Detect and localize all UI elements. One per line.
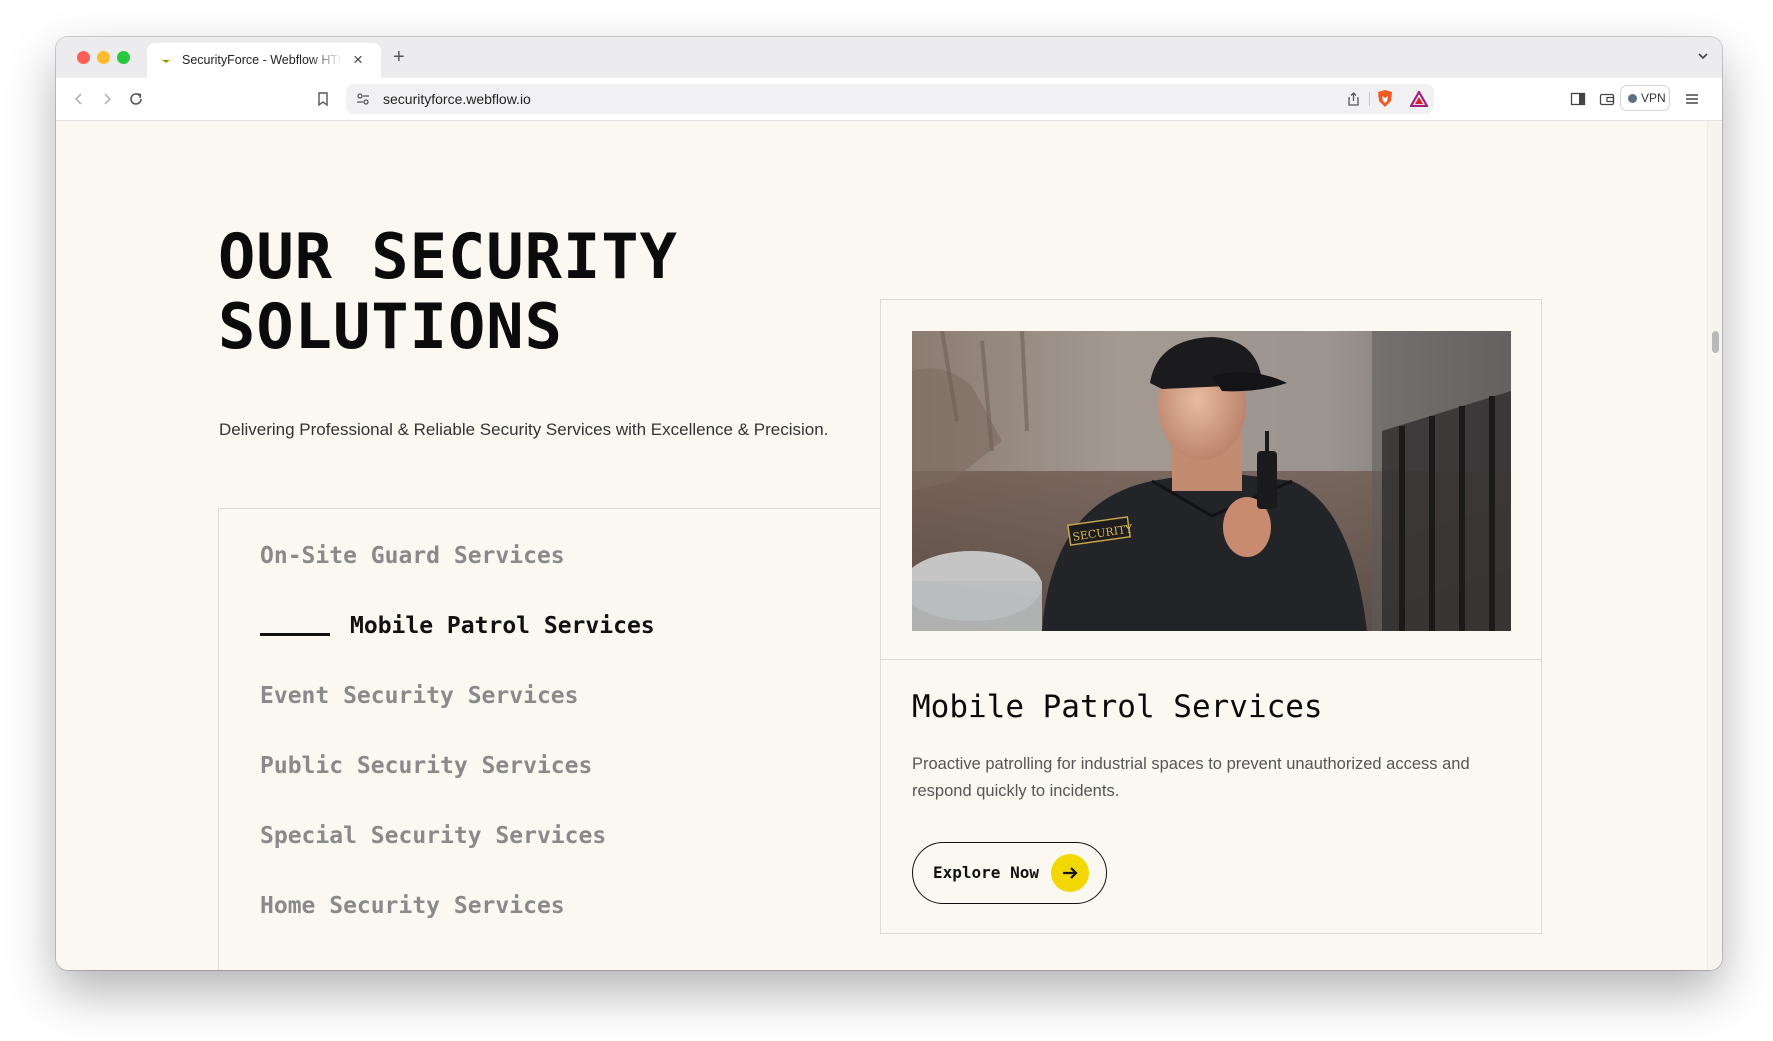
back-icon[interactable] <box>71 91 87 107</box>
menu-icon[interactable] <box>1684 91 1700 107</box>
bookmark-icon[interactable] <box>315 91 331 107</box>
tab-title: SecurityForce - Webflow HTML <box>182 53 342 67</box>
vpn-status-icon <box>1628 94 1637 103</box>
reload-icon[interactable] <box>128 91 144 107</box>
card-description: Proactive patrolling for industrial spac… <box>912 755 1470 800</box>
close-tab-icon[interactable]: × <box>353 50 363 70</box>
explore-now-label: Explore Now <box>933 863 1039 882</box>
card-divider <box>881 659 1541 660</box>
explore-now-button[interactable]: Explore Now <box>912 842 1107 904</box>
new-tab-icon[interactable]: + <box>393 45 405 69</box>
wallet-icon[interactable] <box>1599 91 1615 107</box>
services-list: On-Site Guard Services Mobile Patrol Ser… <box>218 508 880 970</box>
site-settings-icon[interactable] <box>356 92 370 106</box>
vpn-label: VPN <box>1641 91 1666 105</box>
chevron-down-icon[interactable] <box>1696 49 1710 63</box>
active-indicator <box>260 633 330 636</box>
browser-window: SecurityForce - Webflow HTML × + securit… <box>56 37 1722 970</box>
service-item-special-security[interactable]: Special Security Services <box>260 823 606 849</box>
forward-icon[interactable] <box>99 91 115 107</box>
browser-toolbar: securityforce.webflow.io VPN <box>56 78 1722 121</box>
service-item-home-security[interactable]: Home Security Services <box>260 893 565 919</box>
url-text: securityforce.webflow.io <box>383 91 531 107</box>
share-icon[interactable] <box>1346 91 1361 107</box>
service-item-event-security[interactable]: Event Security Services <box>260 683 579 709</box>
service-item-on-site-guard[interactable]: On-Site Guard Services <box>260 543 565 569</box>
service-item-public-security[interactable]: Public Security Services <box>260 753 592 779</box>
browser-tab[interactable]: SecurityForce - Webflow HTML × <box>147 43 381 78</box>
sidebar-icon[interactable] <box>1570 91 1586 107</box>
address-bar[interactable]: securityforce.webflow.io <box>346 84 1434 114</box>
minimize-window-button[interactable] <box>97 51 110 64</box>
arrow-right-icon <box>1051 854 1089 892</box>
page-title-line-2: SOLUTIONS <box>218 290 563 363</box>
page-title-line-1: OUR SECURITY <box>218 220 678 293</box>
brave-rewards-icon[interactable] <box>1410 91 1428 107</box>
page-content: OUR SECURITY SOLUTIONS Delivering Profes… <box>56 121 1722 970</box>
service-detail-card: SECURITY Mobile Patrol Services Proactiv… <box>880 299 1542 934</box>
close-window-button[interactable] <box>77 51 90 64</box>
vpn-button[interactable]: VPN <box>1620 85 1670 111</box>
scrollbar-track[interactable] <box>1707 121 1722 970</box>
site-favicon-icon <box>160 59 172 63</box>
tab-bar: SecurityForce - Webflow HTML × + <box>56 37 1722 78</box>
page-title: OUR SECURITY SOLUTIONS <box>218 222 678 362</box>
service-image: SECURITY <box>912 331 1511 631</box>
zoom-window-button[interactable] <box>117 51 130 64</box>
card-title: Mobile Patrol Services <box>912 689 1323 725</box>
security-guard-photo: SECURITY <box>912 331 1511 631</box>
scrollbar-thumb[interactable] <box>1712 331 1719 353</box>
brave-shield-icon[interactable] <box>1376 89 1394 109</box>
page-subtitle: Delivering Professional & Reliable Secur… <box>219 420 829 439</box>
service-item-mobile-patrol[interactable]: Mobile Patrol Services <box>350 613 655 639</box>
